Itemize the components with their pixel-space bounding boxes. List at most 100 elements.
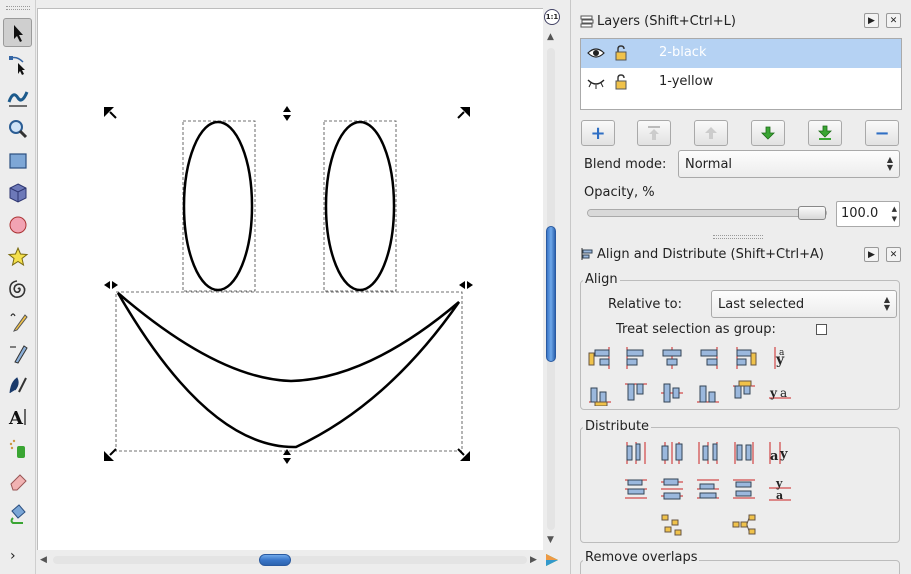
panel-separator-handle[interactable]: [713, 235, 763, 239]
lower-to-bottom-button[interactable]: [808, 120, 842, 146]
horizontal-scrollbar[interactable]: ◀ ▶: [37, 552, 543, 568]
raise-to-top-button[interactable]: [637, 120, 671, 146]
lock-open-icon[interactable]: [615, 45, 627, 61]
opacity-slider-knob[interactable]: [798, 206, 826, 220]
text-tool[interactable]: A: [3, 402, 32, 431]
center-on-vertical-axis-button[interactable]: [658, 344, 686, 372]
3d-box-icon: [9, 182, 26, 203]
relative-to-select[interactable]: Last selected ▲ ▼: [711, 290, 897, 318]
distribute-horizontal-gaps-button[interactable]: [730, 439, 758, 467]
handle-e: [459, 281, 473, 289]
align-left-edges-to-right-button[interactable]: [730, 344, 758, 372]
opacity-spinbox[interactable]: 100.0 ▲ ▼: [836, 201, 900, 227]
spiral-tool[interactable]: [3, 274, 32, 303]
add-layer-button[interactable]: +: [581, 120, 615, 146]
align-top-edges-button[interactable]: [622, 379, 650, 407]
lower-layer-button[interactable]: [751, 120, 785, 146]
toolbox-grip[interactable]: [6, 6, 30, 10]
align-right-edges-button[interactable]: [694, 344, 722, 372]
distribute-text-anchors-vertically-button[interactable]: ya: [766, 475, 794, 503]
raise-layer-button[interactable]: [694, 120, 728, 146]
distribute-icon: [661, 442, 683, 464]
handle-sw-line: [109, 448, 117, 456]
combo-carets-icon: ▲ ▼: [883, 295, 890, 312]
color-management-icon[interactable]: [545, 553, 559, 567]
tweak-tool[interactable]: [3, 82, 32, 111]
align-bottom-to-top-button[interactable]: [586, 379, 614, 407]
align-left-edges-button[interactable]: [622, 344, 650, 372]
randomize-centers-button[interactable]: [658, 511, 686, 539]
distribute-vertical-gaps-button[interactable]: [730, 475, 758, 503]
distribute-left-edges-button[interactable]: [622, 439, 650, 467]
align-baselines-button[interactable]: ya: [766, 379, 794, 407]
distribute-top-edges-button[interactable]: [622, 475, 650, 503]
rectangle-tool[interactable]: [3, 146, 32, 175]
align-right-edges-to-left-button[interactable]: [586, 344, 614, 372]
distribute-right-edges-button[interactable]: [694, 439, 722, 467]
scroll-left-arrow-icon[interactable]: ◀: [40, 555, 47, 565]
layer-row-1-yellow[interactable]: 1-yellow: [581, 68, 901, 97]
blend-mode-select[interactable]: Normal ▲ ▼: [678, 150, 900, 178]
ellipse-tool[interactable]: [3, 210, 32, 239]
layers-list: 2-black 1-yellow: [580, 38, 902, 110]
combo-carets-icon: ▲ ▼: [886, 155, 893, 172]
align-top-to-bottom-button[interactable]: [730, 379, 758, 407]
distribute-centers-horizontally-button[interactable]: [658, 439, 686, 467]
scroll-right-arrow-icon[interactable]: ▶: [530, 555, 537, 565]
star-tool[interactable]: [3, 242, 32, 271]
spray-tool[interactable]: [3, 434, 32, 463]
layers-close-button[interactable]: ✕: [886, 13, 901, 28]
eraser-tool[interactable]: [3, 466, 32, 495]
remove-layer-button[interactable]: −: [865, 120, 899, 146]
node-tool[interactable]: [3, 50, 32, 79]
more-tools-chevron-icon[interactable]: ›: [10, 548, 16, 564]
lock-open-icon[interactable]: [615, 74, 627, 90]
align-iconify-button[interactable]: ▶: [864, 247, 879, 262]
align-title-text: Align and Distribute (Shift+Ctrl+A): [597, 246, 824, 262]
drawing-canvas[interactable]: [37, 8, 543, 550]
spin-arrows-icon[interactable]: ▲ ▼: [892, 204, 897, 224]
treat-as-group-label: Treat selection as group:: [616, 322, 776, 337]
eye-closed-icon[interactable]: [587, 75, 605, 89]
scale-handles: [104, 106, 473, 464]
distribute-bottom-edges-button[interactable]: [694, 475, 722, 503]
scroll-down-arrow-icon[interactable]: ▼: [547, 535, 554, 545]
layer-name[interactable]: 2-black: [659, 45, 706, 60]
layers-iconify-button[interactable]: ▶: [864, 13, 879, 28]
align-close-button[interactable]: ✕: [886, 247, 901, 262]
layer-name[interactable]: 1-yellow: [659, 74, 713, 89]
align-text-baseline-button[interactable]: ya: [766, 344, 794, 372]
pen-icon: [9, 344, 28, 364]
layer-row-2-black[interactable]: 2-black: [581, 39, 901, 68]
paint-bucket-tool[interactable]: [3, 498, 32, 527]
magnifier-icon: [8, 119, 27, 138]
distribute-icon: [625, 479, 647, 499]
scroll-up-arrow-icon[interactable]: ▲: [547, 32, 554, 42]
pen-tool[interactable]: [3, 338, 32, 367]
drawing-svg: [104, 106, 473, 464]
selector-tool[interactable]: [3, 18, 32, 47]
calligraphy-tool[interactable]: [3, 370, 32, 399]
opacity-slider[interactable]: [587, 206, 827, 220]
raise-icon: [705, 127, 717, 139]
zoom-tool[interactable]: [3, 114, 32, 143]
align-bottom-edges-button[interactable]: [694, 379, 722, 407]
unclump-button[interactable]: [730, 511, 758, 539]
distribute-text-anchors-horizontally-button[interactable]: ay: [766, 439, 794, 467]
left-eye-ellipse: [182, 120, 254, 292]
zoom-correction-icon[interactable]: 1:1: [544, 9, 560, 25]
center-on-horizontal-axis-button[interactable]: [658, 379, 686, 407]
vertical-scrollbar[interactable]: ▲ ▼: [544, 30, 558, 550]
horizontal-scroll-thumb[interactable]: [259, 554, 291, 566]
mouth-path: [116, 292, 461, 449]
blend-mode-label: Blend mode:: [584, 157, 667, 172]
lower-bottom-icon: [818, 125, 832, 140]
eye-open-icon[interactable]: [587, 46, 605, 60]
relative-to-value: Last selected: [718, 296, 805, 312]
pencil-tool[interactable]: [3, 306, 32, 335]
3d-box-tool[interactable]: [3, 178, 32, 207]
distribute-centers-vertically-button[interactable]: [658, 475, 686, 503]
handle-w: [104, 281, 118, 289]
treat-as-group-checkbox[interactable]: [816, 324, 827, 335]
vertical-scroll-thumb[interactable]: [546, 226, 556, 362]
